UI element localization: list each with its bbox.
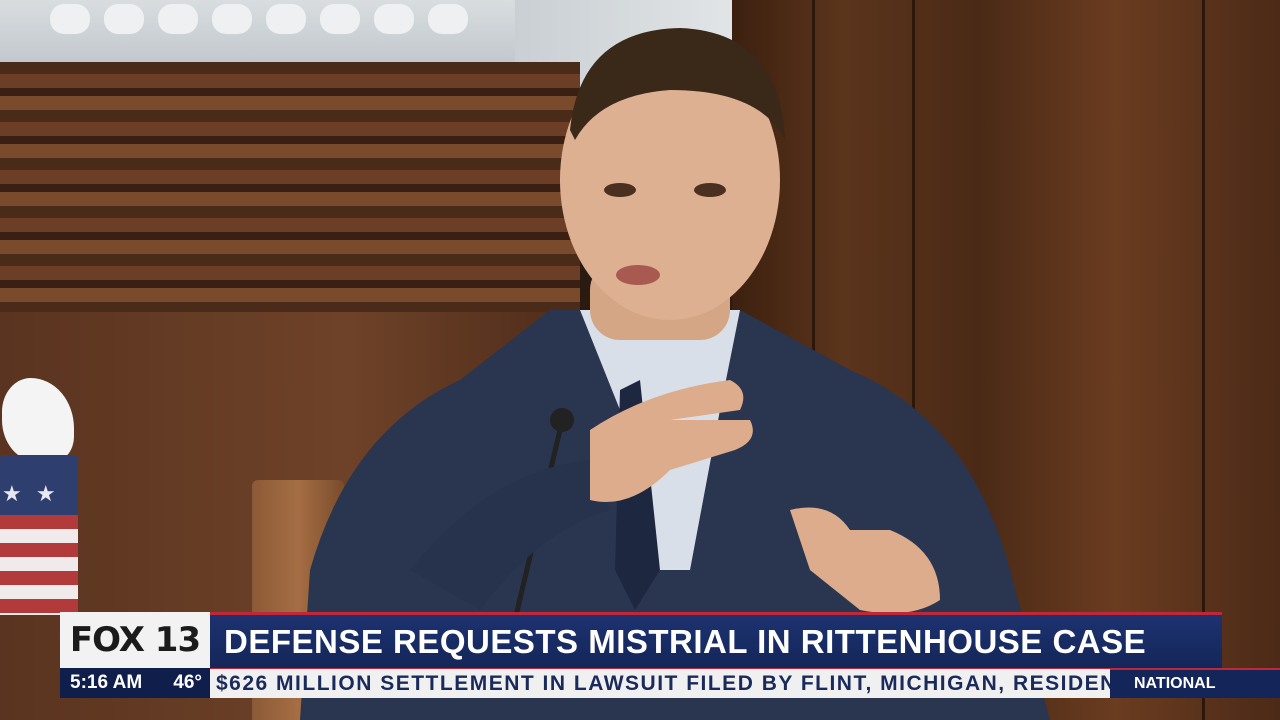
headline-bar: DEFENSE REQUESTS MISTRIAL IN RITTENHOUSE… xyxy=(210,612,1222,668)
headline: DEFENSE REQUESTS MISTRIAL IN RITTENHOUSE… xyxy=(224,622,1147,660)
temperature: 46° xyxy=(173,672,202,693)
ticker-category-label: NATIONAL xyxy=(1134,675,1216,692)
ticker-text: $626 MILLION SETTLEMENT IN LAWSUIT FILED… xyxy=(216,671,1110,695)
tissue-box: ★ ★ xyxy=(0,455,78,615)
station-logo-text: FOX 13 xyxy=(69,620,201,660)
lower-third: FOX 13 DEFENSE REQUESTS MISTRIAL IN RITT… xyxy=(0,612,1280,720)
station-logo: FOX 13 xyxy=(60,612,210,668)
time-temp-strip: 5:16 AM 46° xyxy=(60,668,210,698)
clock-time: 5:16 AM xyxy=(70,672,143,693)
news-ticker: $626 MILLION SETTLEMENT IN LAWSUIT FILED… xyxy=(210,668,1110,698)
ticker-category: NATIONAL xyxy=(1110,668,1280,698)
